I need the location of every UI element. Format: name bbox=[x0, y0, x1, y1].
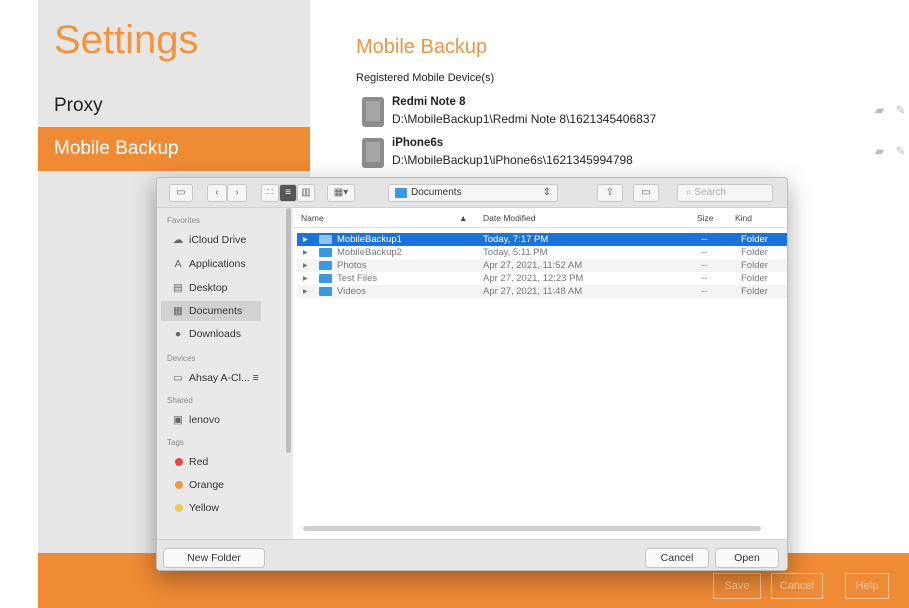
edit-icon[interactable]: ✎ bbox=[893, 103, 908, 118]
disclosure-icon[interactable]: ▸ bbox=[303, 233, 308, 246]
yellow-tag-icon bbox=[175, 504, 183, 513]
device-path: D:\MobileBackup1\iPhone6s\1621345994798 bbox=[392, 153, 633, 167]
sidebar-item-tag-yellow[interactable]: Yellow bbox=[171, 498, 287, 518]
cloud-icon: ☁ bbox=[172, 234, 184, 246]
share-icon[interactable]: ⇪ bbox=[597, 184, 623, 202]
device-name: iPhone6s bbox=[392, 137, 444, 149]
device-actions: ▰ ✎ ▤ bbox=[872, 103, 909, 118]
search-placeholder: Search bbox=[694, 187, 727, 198]
drive-icon: ▭ bbox=[173, 372, 183, 384]
column-size[interactable]: Size bbox=[697, 213, 714, 223]
back-icon[interactable]: ‹ bbox=[207, 184, 227, 202]
file-row[interactable]: ▸ Photos Apr 27, 2021, 11:52 AM -- Folde… bbox=[297, 259, 787, 272]
download-icon: ● bbox=[174, 328, 182, 340]
phone-icon bbox=[362, 138, 384, 168]
device-name: Redmi Note 8 bbox=[392, 96, 466, 108]
file-list: Name ▲ Date Modified Size Kind ▸ MobileB… bbox=[293, 208, 787, 539]
save-button[interactable]: Save bbox=[713, 573, 761, 599]
folder-icon bbox=[319, 261, 332, 270]
sidebar-item-tag-orange[interactable]: Orange bbox=[171, 475, 287, 495]
disclosure-icon[interactable]: ▸ bbox=[303, 246, 308, 259]
devices-header: Devices bbox=[167, 354, 196, 363]
list-view-icon[interactable]: ≡ bbox=[279, 184, 297, 202]
toggle-sidebar-icon[interactable]: ▭ bbox=[169, 184, 193, 202]
sidebar-item-lenovo[interactable]: ▣ lenovo bbox=[171, 410, 287, 430]
orange-tag-icon bbox=[175, 481, 183, 490]
location-dropdown[interactable]: Documents ⇕ bbox=[388, 184, 558, 202]
folder-icon bbox=[319, 248, 332, 257]
sort-indicator-icon: ▲ bbox=[459, 213, 468, 223]
folder-icon bbox=[319, 274, 332, 283]
file-row[interactable]: ▸ MobileBackup1 Today, 7:17 PM -- Folder bbox=[297, 233, 787, 246]
applications-icon: A bbox=[174, 258, 182, 270]
tag-icon[interactable]: ▭ bbox=[633, 184, 659, 202]
app-window: Settings Proxy Mobile Backup Mobile Back… bbox=[0, 0, 909, 608]
cancel-button[interactable]: Cancel bbox=[771, 573, 823, 599]
sidebar-item-applications[interactable]: A Applications bbox=[171, 254, 287, 274]
forward-icon[interactable]: › bbox=[227, 184, 247, 202]
settings-title: Settings bbox=[54, 18, 199, 62]
file-row[interactable]: ▸ Test Files Apr 27, 2021, 12:23 PM -- F… bbox=[297, 272, 787, 285]
documents-icon: ▦ bbox=[173, 305, 183, 317]
folder-icon bbox=[319, 287, 332, 296]
sidebar-item-downloads[interactable]: ● Downloads bbox=[171, 324, 287, 344]
column-kind[interactable]: Kind bbox=[735, 213, 752, 223]
help-button[interactable]: Help bbox=[845, 573, 889, 599]
sidebar-item-documents[interactable]: ▦ Documents bbox=[161, 301, 261, 321]
sidebar-item-proxy[interactable]: Proxy bbox=[38, 84, 310, 128]
dialog-cancel-button[interactable]: Cancel bbox=[645, 548, 709, 568]
horizontal-scrollbar[interactable] bbox=[303, 526, 761, 531]
disclosure-icon[interactable]: ▸ bbox=[303, 259, 308, 272]
edit-icon[interactable]: ✎ bbox=[893, 144, 908, 159]
group-menu-icon[interactable]: ▦▾ bbox=[327, 184, 355, 202]
dialog-footer: New Folder Cancel Open bbox=[157, 539, 787, 570]
sidebar-item-device[interactable]: ▭ Ahsay A-Cl... ≡ bbox=[171, 368, 287, 388]
open-button[interactable]: Open bbox=[715, 548, 779, 568]
registered-devices-label: Registered Mobile Device(s) bbox=[356, 72, 495, 84]
dialog-sidebar: Favorites ☁ iCloud Drive A Applications ▤ D… bbox=[157, 208, 291, 539]
sidebar-item-tag-red[interactable]: Red bbox=[171, 452, 287, 472]
desktop-icon: ▤ bbox=[173, 282, 183, 294]
column-name[interactable]: Name bbox=[301, 213, 324, 223]
location-label: Documents bbox=[411, 187, 462, 198]
folder-open-icon[interactable]: ▰ bbox=[872, 144, 887, 159]
folder-icon bbox=[319, 235, 332, 244]
sidebar-item-desktop[interactable]: ▤ Desktop bbox=[171, 278, 287, 298]
chevron-updown-icon: ⇕ bbox=[542, 187, 551, 198]
tags-header: Tags bbox=[167, 438, 184, 447]
page-title: Mobile Backup bbox=[356, 36, 488, 58]
file-row[interactable]: ▸ Videos Apr 27, 2021, 11:48 AM -- Folde… bbox=[297, 285, 787, 298]
search-input[interactable]: ⌕ Search bbox=[677, 184, 773, 202]
red-tag-icon bbox=[175, 458, 183, 467]
folder-icon bbox=[395, 188, 407, 198]
file-open-dialog: ▭ ‹ › ∷ ≡ ▥ ▦▾ Documents ⇕ ⇪ ▭ ⌕ Search … bbox=[156, 177, 788, 571]
column-view-icon[interactable]: ▥ bbox=[297, 184, 315, 202]
sidebar-item-icloud-drive[interactable]: ☁ iCloud Drive bbox=[171, 230, 287, 250]
new-folder-button[interactable]: New Folder bbox=[163, 548, 265, 568]
column-date-modified[interactable]: Date Modified bbox=[483, 213, 535, 223]
folder-open-icon[interactable]: ▰ bbox=[872, 103, 887, 118]
device-path: D:\MobileBackup1\Redmi Note 8\1621345406… bbox=[392, 112, 657, 126]
shared-header: Shared bbox=[167, 396, 193, 405]
sidebar-item-mobile-backup[interactable]: Mobile Backup bbox=[38, 127, 310, 171]
icon-view-icon[interactable]: ∷ bbox=[261, 184, 279, 202]
computer-icon: ▣ bbox=[173, 414, 183, 426]
sidebar-scrollbar[interactable] bbox=[286, 208, 291, 453]
disclosure-icon[interactable]: ▸ bbox=[303, 272, 308, 285]
file-row[interactable]: ▸ MobileBackup2 Today, 5:11 PM -- Folder bbox=[297, 246, 787, 259]
column-header: Name ▲ Date Modified Size Kind bbox=[293, 208, 787, 228]
disclosure-icon[interactable]: ▸ bbox=[303, 285, 308, 298]
favorites-header: Favorites bbox=[167, 216, 200, 225]
dialog-toolbar: ▭ ‹ › ∷ ≡ ▥ ▦▾ Documents ⇕ ⇪ ▭ ⌕ Search bbox=[157, 178, 787, 208]
device-actions: ▰ ✎ ▤ bbox=[872, 144, 909, 159]
phone-icon bbox=[362, 97, 384, 127]
